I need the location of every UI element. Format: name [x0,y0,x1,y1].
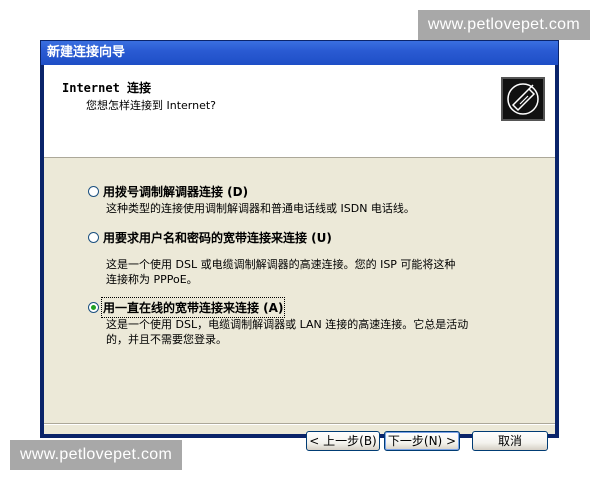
option-always-on-description: 这是一个使用 DSL，电缆调制解调器或 LAN 连接的高速连接。它总是活动 的，… [106,318,469,346]
option-dialup-description: 这种类型的连接使用调制解调器和普通电话线或 ISDN 电话线。 [106,202,415,215]
button-separator [44,423,555,425]
radio-pppoe[interactable] [88,232,99,243]
option-pppoe[interactable]: 用要求用户名和密码的宽带连接来连接 (U) [88,229,332,246]
option-pppoe-label[interactable]: 用要求用户名和密码的宽带连接来连接 (U) [103,229,332,246]
header-subtitle: 您想怎样连接到 Internet? [86,99,217,112]
watermark-top: www.petlovepet.com [417,10,590,40]
internet-connection-icon [501,77,545,121]
radio-always-on[interactable] [88,302,99,313]
next-button[interactable]: 下一步(N) > [384,431,460,451]
wizard-window: 新建连接向导 Internet 连接 您想怎样连接到 Internet? 用拨号… [40,40,559,451]
watermark-bottom: www.petlovepet.com [10,440,183,470]
option-dialup-label[interactable]: 用拨号调制解调器连接 (D) [103,183,248,200]
option-dialup[interactable]: 用拨号调制解调器连接 (D) [88,183,248,200]
dialog-body: Internet 连接 您想怎样连接到 Internet? 用拨号调制解调器连接… [44,65,555,451]
back-button[interactable]: < 上一步(B) [306,431,380,451]
radio-dialup[interactable] [88,186,99,197]
cancel-button[interactable]: 取消 [472,431,548,451]
option-always-on-label[interactable]: 用一直在线的宽带连接来连接 (A) [100,297,286,318]
window-title: 新建连接向导 [41,41,558,65]
wizard-header: Internet 连接 您想怎样连接到 Internet? [44,65,555,158]
option-pppoe-description: 这是一个使用 DSL 或电缆调制解调器的高速连接。您的 ISP 可能将这种 连接… [106,258,456,286]
header-title: Internet 连接 [62,81,152,95]
option-always-on[interactable]: 用一直在线的宽带连接来连接 (A) [88,297,286,318]
